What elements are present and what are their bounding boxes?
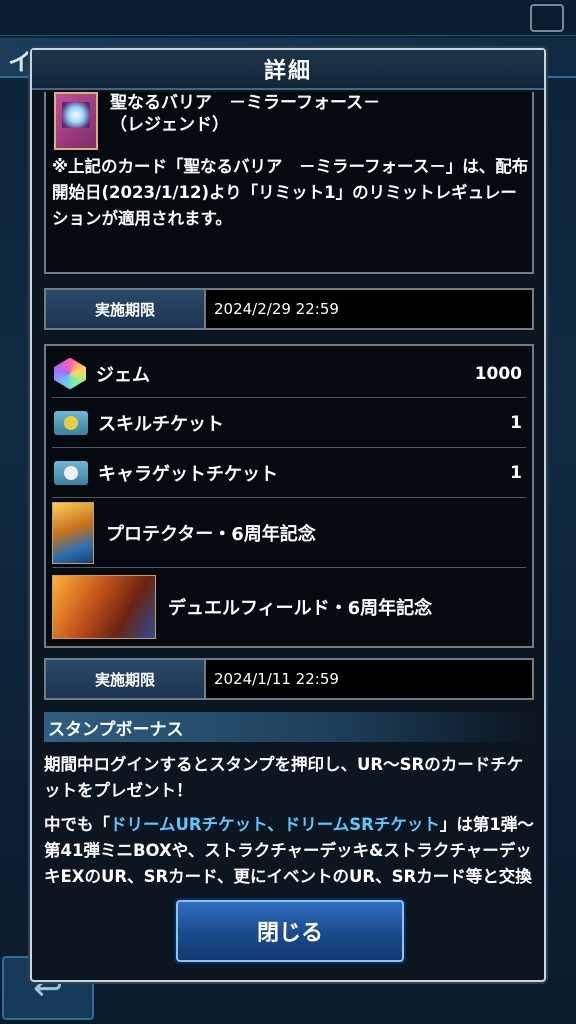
period-row-2: 実施期限 2024/1/11 22:59 xyxy=(44,658,534,700)
reward-item-duel-field[interactable]: デュエルフィールド・6周年記念 xyxy=(52,568,526,646)
skill-ticket-icon xyxy=(54,410,88,435)
detail-dialog: 詳細 聖なるバリア －ミラーフォース－ （レジェンド） ※上記のカード「聖なるバリ… xyxy=(30,48,546,982)
card-name: 聖なるバリア －ミラーフォース－ （レジェンド） xyxy=(110,92,380,136)
reward-item-gem[interactable]: ジェム 1000 xyxy=(52,350,526,398)
stamp-paragraph-2: 中でも「ドリームURチケット、ドリームSRチケット」は第1弾～第41弾ミニBOX… xyxy=(44,812,534,892)
stamp-bonus-description: 期間中ログインするとスタンプを押印し、UR～SRのカードチケットをプレゼント！ … xyxy=(44,752,534,892)
period-value: 2024/2/29 22:59 xyxy=(206,290,532,328)
dialog-scroll-content[interactable]: 聖なるバリア －ミラーフォース－ （レジェンド） ※上記のカード「聖なるバリア －… xyxy=(42,92,536,892)
card-name-line1: 聖なるバリア －ミラーフォース－ xyxy=(110,93,381,113)
period-value: 2024/1/11 22:59 xyxy=(206,660,532,698)
card-info-box: 聖なるバリア －ミラーフォース－ （レジェンド） ※上記のカード「聖なるバリア －… xyxy=(44,92,534,274)
card-name-line2: （レジェンド） xyxy=(110,115,229,135)
period-row-1: 実施期限 2024/2/29 22:59 xyxy=(44,288,534,330)
background-top-bar xyxy=(0,0,576,36)
reward-label: ジェム xyxy=(96,364,150,386)
card-regulation-note: ※上記のカード「聖なるバリア －ミラーフォース－」は、配布開始日(2023/1/… xyxy=(52,157,529,228)
reward-quantity: 1000 xyxy=(474,363,522,384)
close-button[interactable]: 閉じる xyxy=(176,900,404,962)
character-ticket-icon xyxy=(54,460,88,485)
period-label: 実施期限 xyxy=(46,290,206,328)
reward-quantity: 1 xyxy=(510,412,522,433)
rewards-list: ジェム 1000 スキルチケット 1 キャラゲットチケット 1 プロテクター・6… xyxy=(44,344,534,648)
reward-item-skill-ticket[interactable]: スキルチケット 1 xyxy=(52,398,526,448)
stamp-bonus-header: スタンプボーナス xyxy=(44,712,534,742)
reward-item-character-ticket[interactable]: キャラゲットチケット 1 xyxy=(52,448,526,498)
stamp-paragraph-1: 期間中ログインするとスタンプを押印し、UR～SRのカードチケットをプレゼント！ xyxy=(44,755,524,800)
stamp-text-prefix: 中でも「 xyxy=(44,815,110,834)
reward-quantity: 1 xyxy=(510,462,522,483)
dream-ticket-highlight: ドリームURチケット、ドリームSRチケット xyxy=(110,815,440,834)
gem-icon xyxy=(54,357,86,390)
dialog-header: 詳細 xyxy=(32,50,544,90)
dialog-title: 詳細 xyxy=(263,59,312,84)
reward-label: プロテクター・6周年記念 xyxy=(106,523,316,545)
card-sleeve-icon xyxy=(52,501,94,564)
period-label: 実施期限 xyxy=(46,660,206,698)
duel-field-icon xyxy=(52,575,156,639)
reward-item-protector[interactable]: プロテクター・6周年記念 xyxy=(52,498,526,568)
notification-off-icon[interactable] xyxy=(530,4,564,32)
reward-label: キャラゲットチケット xyxy=(98,463,278,485)
card-image[interactable] xyxy=(54,92,98,150)
reward-label: デュエルフィールド・6周年記念 xyxy=(168,598,433,619)
reward-label: スキルチケット xyxy=(98,413,224,435)
